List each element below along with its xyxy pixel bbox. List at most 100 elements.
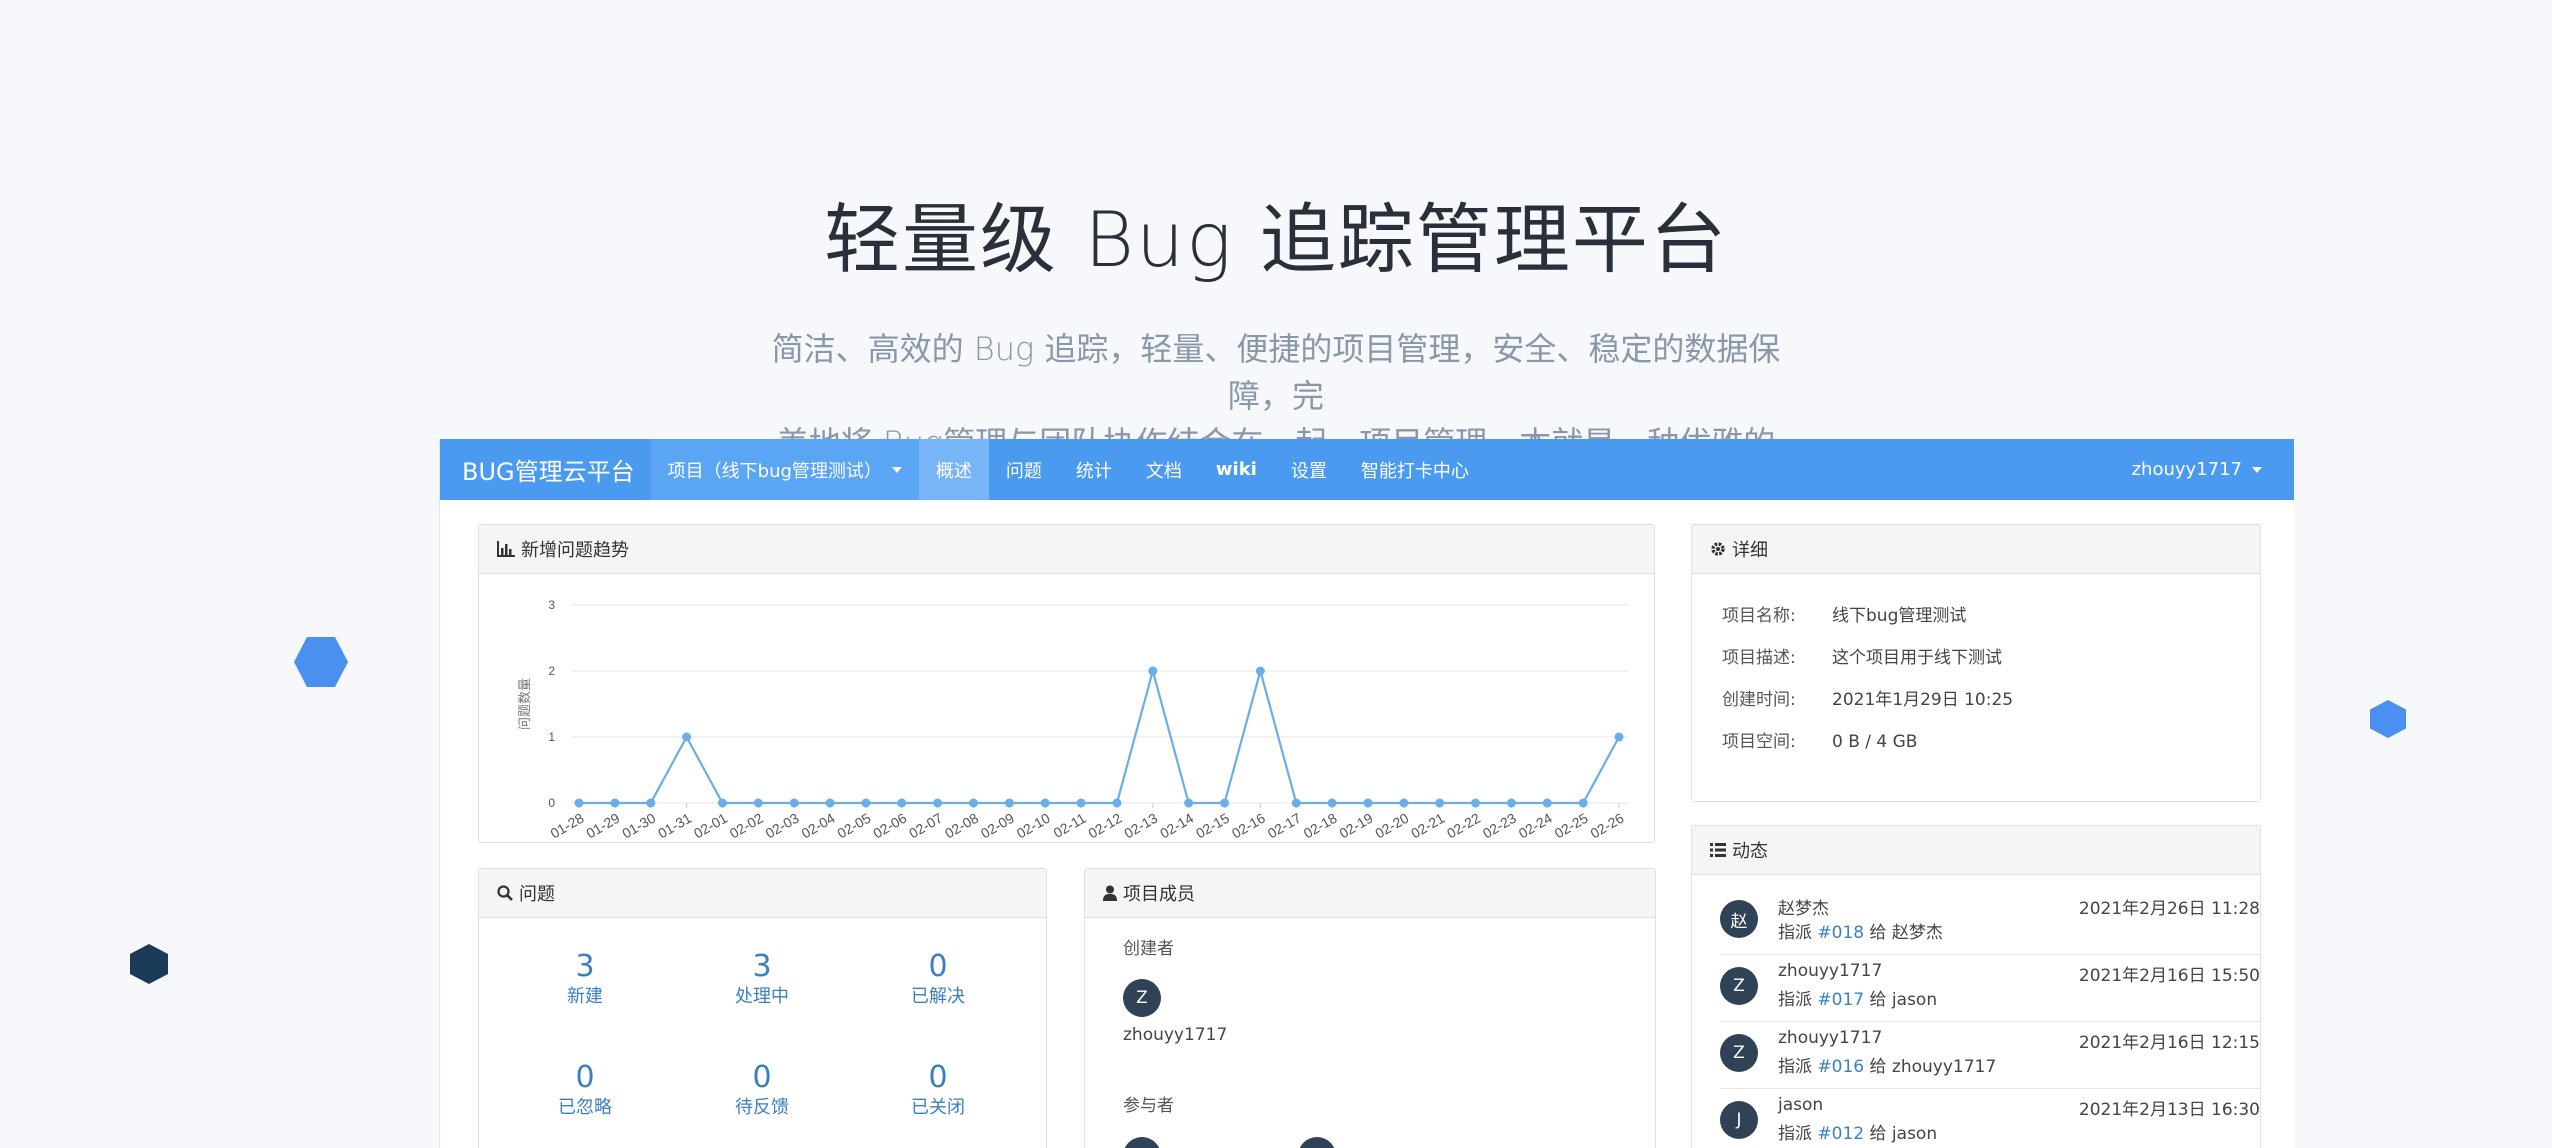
stat-ignored[interactable]: 0 已忽略 xyxy=(525,1060,645,1120)
stat-resolved[interactable]: 0 已解决 xyxy=(878,949,998,1009)
activity-avatar: J xyxy=(1720,1101,1758,1139)
x-tick-label: 02-17 xyxy=(1265,810,1304,841)
nav-item-overview[interactable]: 概述 xyxy=(918,439,989,500)
x-tick-label: 02-19 xyxy=(1336,810,1375,841)
activity-user: 赵梦杰 xyxy=(1778,899,1829,919)
x-tick-label: 02-11 xyxy=(1050,810,1088,841)
y-axis-label: 问题数量 xyxy=(518,678,533,730)
detail-panel-header: 详细 xyxy=(1692,525,2260,574)
data-point xyxy=(1076,798,1086,808)
data-point xyxy=(1112,798,1122,808)
activity-item: 赵 赵梦杰 指派 #018 给 赵梦杰 2021年2月26日 11:28 xyxy=(1720,888,2260,955)
data-point xyxy=(717,798,727,808)
hexagon-decoration-dark xyxy=(130,944,168,984)
activity-description: 指派 #017 给 jason xyxy=(1778,985,1937,1010)
activity-verb: 指派 xyxy=(1778,1124,1812,1144)
creator-label: 创建者 xyxy=(1123,939,1174,959)
nav-item-docs[interactable]: 文档 xyxy=(1129,439,1199,500)
brand-link[interactable]: BUG管理云平台 xyxy=(440,439,651,500)
activity-avatar: 赵 xyxy=(1720,900,1758,938)
nav-item-issues[interactable]: 问题 xyxy=(989,439,1059,500)
creator-name: zhouyy1717 xyxy=(1123,1025,1228,1045)
activity-item: J jason 指派 #012 给 jason 2021年2月13日 16:30 xyxy=(1720,1089,2260,1148)
x-tick-label: 02-14 xyxy=(1157,810,1196,841)
activity-panel: 动态 赵 赵梦杰 指派 #018 给 赵梦杰 2021年2月26日 11:28 … xyxy=(1691,825,2261,1148)
project-dropdown[interactable]: 项目（线下bug管理测试） xyxy=(650,439,919,500)
activity-item: Z zhouyy1717 指派 #017 给 jason 2021年2月16日 … xyxy=(1720,955,2260,1022)
data-point xyxy=(682,732,692,742)
list-icon xyxy=(1710,843,1726,857)
user-menu[interactable]: zhouyy1717 xyxy=(2132,439,2262,500)
data-point xyxy=(789,798,799,808)
x-tick-label: 02-13 xyxy=(1121,810,1160,841)
detail-key: 项目描述: xyxy=(1722,648,1796,668)
data-point xyxy=(825,798,835,808)
detail-value: 2021年1月29日 10:25 xyxy=(1832,690,2014,710)
x-tick-label: 02-15 xyxy=(1193,810,1232,841)
y-tick-label: 3 xyxy=(548,598,555,612)
bar-chart-icon xyxy=(497,541,515,557)
issue-link[interactable]: #017 xyxy=(1817,990,1864,1010)
stat-feedback[interactable]: 0 待反馈 xyxy=(702,1060,822,1120)
creator-avatar[interactable]: Z xyxy=(1123,979,1161,1017)
hero-title: 轻量级 Bug 追踪管理平台 xyxy=(824,195,1728,284)
activity-item: Z zhouyy1717 指派 #016 给 zhouyy1717 2021年2… xyxy=(1720,1022,2260,1089)
activity-user: zhouyy1717 xyxy=(1778,1028,1883,1048)
data-point xyxy=(861,798,871,808)
activity-description: 指派 #016 给 zhouyy1717 xyxy=(1778,1052,1996,1077)
stat-new-count: 3 xyxy=(575,949,595,984)
activity-connector: 给 xyxy=(1869,990,1887,1010)
data-point xyxy=(1255,666,1265,676)
stat-ignored-count: 0 xyxy=(575,1060,595,1095)
data-point xyxy=(1184,798,1194,808)
participants-label: 参与者 xyxy=(1123,1096,1174,1116)
x-tick-label: 02-07 xyxy=(906,810,945,841)
hexagon-decoration-blue-small xyxy=(2370,700,2406,738)
stat-closed[interactable]: 0 已关闭 xyxy=(878,1060,998,1120)
detail-key: 项目名称: xyxy=(1722,606,1796,626)
x-tick-label: 02-21 xyxy=(1408,810,1447,841)
user-icon xyxy=(1103,885,1117,901)
x-tick-label: 01-29 xyxy=(583,810,622,841)
activity-connector: 给 xyxy=(1869,1057,1887,1077)
trend-panel: 新增问题趋势 0 1 2 3 问题数量 01-28 01-29 01-30 01-31 02-01… xyxy=(478,524,1655,843)
issue-link[interactable]: #012 xyxy=(1817,1124,1864,1144)
y-tick-label: 2 xyxy=(548,664,555,678)
data-point xyxy=(1578,798,1588,808)
x-tick-label: 01-31 xyxy=(655,810,694,841)
hexagon-decoration-blue-large xyxy=(294,637,348,687)
nav-item-wiki[interactable]: wiki xyxy=(1199,439,1274,500)
issue-link[interactable]: #018 xyxy=(1817,923,1864,943)
nav-item-checkin-center[interactable]: 智能打卡中心 xyxy=(1344,439,1486,500)
activity-avatar: Z xyxy=(1720,1034,1758,1072)
participant-avatar[interactable] xyxy=(1298,1137,1336,1148)
nav-item-settings[interactable]: 设置 xyxy=(1274,439,1344,500)
issues-panel-title: 问题 xyxy=(519,884,555,905)
detail-row-created: 创建时间: 2021年1月29日 10:25 xyxy=(1722,685,2013,710)
stat-feedback-count: 0 xyxy=(752,1060,772,1095)
x-tick-label: 02-01 xyxy=(691,810,730,841)
activity-user: zhouyy1717 xyxy=(1778,961,1883,981)
activity-description: 指派 #018 给 赵梦杰 xyxy=(1778,918,1943,943)
data-point xyxy=(1327,798,1337,808)
stat-in-progress[interactable]: 3 处理中 xyxy=(702,949,822,1009)
issue-link[interactable]: #016 xyxy=(1817,1057,1864,1077)
members-panel-header: 项目成员 xyxy=(1085,869,1655,918)
participant-avatar[interactable] xyxy=(1123,1137,1161,1148)
x-tick-label: 02-10 xyxy=(1014,810,1053,841)
nav-item-statistics[interactable]: 统计 xyxy=(1059,439,1129,500)
activity-panel-header: 动态 xyxy=(1692,826,2260,875)
detail-panel-title: 详细 xyxy=(1732,540,1768,561)
data-point xyxy=(1040,798,1050,808)
data-point xyxy=(1291,798,1301,808)
data-point xyxy=(1363,798,1373,808)
trend-panel-title: 新增问题趋势 xyxy=(521,540,629,561)
activity-time: 2021年2月16日 12:15 xyxy=(2078,1033,2260,1053)
gear-icon xyxy=(1710,541,1726,557)
stat-in-progress-count: 3 xyxy=(752,949,772,984)
x-tick-label: 01-28 xyxy=(547,810,586,841)
data-point xyxy=(1506,798,1516,808)
data-point xyxy=(1399,798,1409,808)
hero-subtitle-line1: 简洁、高效的 Bug 追踪，轻量、便捷的项目管理，安全、稳定的数据保障，完 xyxy=(771,330,1781,415)
stat-new[interactable]: 3 新建 xyxy=(525,949,645,1009)
